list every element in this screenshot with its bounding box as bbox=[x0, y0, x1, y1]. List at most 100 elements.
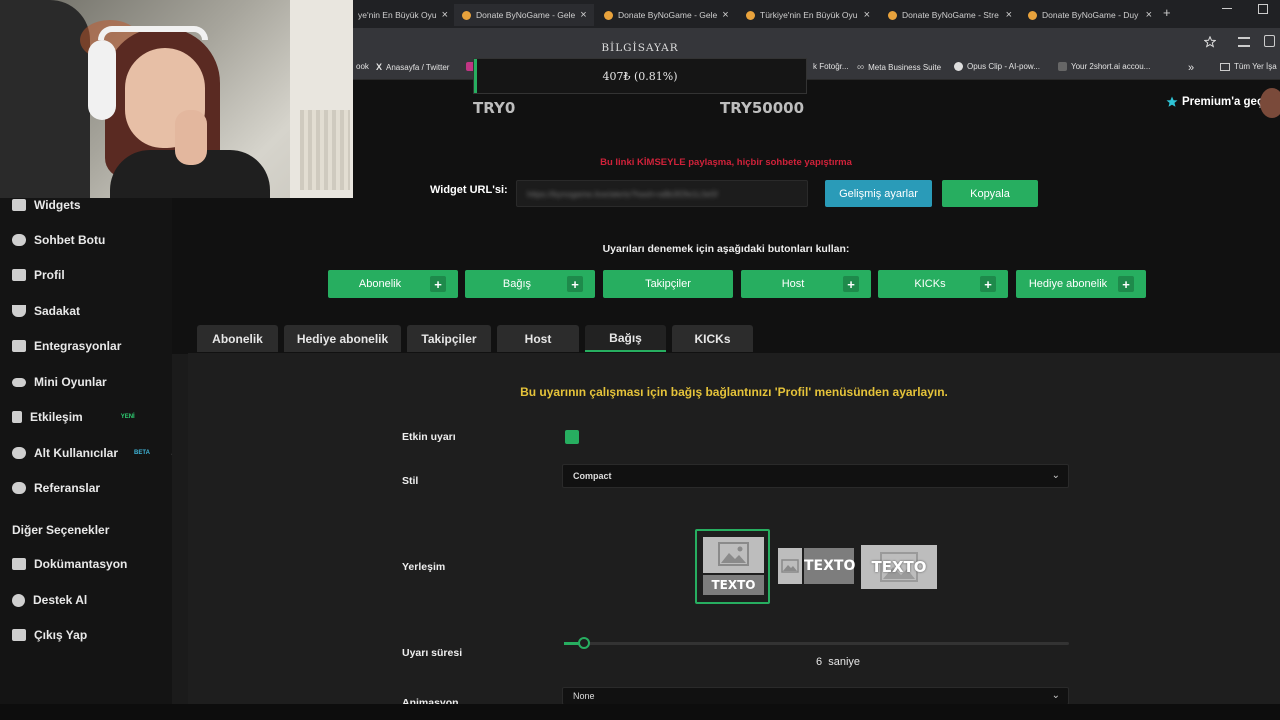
bynogame-favicon-icon bbox=[604, 10, 613, 20]
avatar[interactable] bbox=[1260, 88, 1280, 118]
tab-bagis[interactable]: Bağış bbox=[585, 325, 666, 352]
sidebar-item-etkilesim[interactable]: Etkileşim YENİ bbox=[12, 410, 135, 424]
copy-button[interactable]: Kopyala bbox=[942, 180, 1038, 207]
profile-notice: Bu uyarının çalışması için bağış bağlant… bbox=[520, 385, 948, 399]
minimize-icon[interactable] bbox=[1222, 8, 1232, 9]
tab-takipciler[interactable]: Takipçiler bbox=[407, 325, 491, 352]
layout-label: Yerleşim bbox=[402, 561, 446, 573]
sidebar-item-profil[interactable]: Profil bbox=[12, 268, 65, 282]
grid-icon bbox=[12, 199, 26, 211]
sidebar-item-label: Destek Al bbox=[33, 593, 88, 607]
image-placeholder-icon bbox=[703, 537, 764, 573]
sidebar-item-entegrasyonlar[interactable]: Entegrasyonlar bbox=[12, 339, 121, 353]
bookmark-item[interactable]: ook bbox=[356, 62, 369, 71]
beta-badge: BETA bbox=[134, 450, 150, 456]
close-icon[interactable]: × bbox=[864, 9, 870, 21]
sidebar-item-label: Dokümantasyon bbox=[34, 557, 128, 571]
help-icon bbox=[12, 593, 25, 607]
bookmark-item[interactable]: ∞ Meta Business Suite bbox=[857, 62, 941, 73]
browser-tab[interactable]: Donate ByNoGame - Stre × bbox=[880, 4, 1020, 26]
widget-url-field[interactable]: https://bynogame.live/alerts?hash=a8b3f2… bbox=[516, 180, 808, 207]
new-tab-button[interactable]: + bbox=[1163, 5, 1171, 20]
sidebar-section-title: Diğer Seçenekler bbox=[12, 523, 110, 537]
close-icon[interactable]: × bbox=[1146, 9, 1152, 21]
tab-hediye-abonelik[interactable]: Hediye abonelik bbox=[284, 325, 401, 352]
duration-slider[interactable] bbox=[564, 637, 1069, 649]
layout-option-stacked[interactable]: TEXTO bbox=[695, 529, 770, 604]
extensions-icon[interactable] bbox=[1264, 35, 1275, 47]
sidebar-item-label: Çıkış Yap bbox=[34, 628, 88, 642]
animation-select[interactable]: None ⌄ bbox=[562, 687, 1069, 705]
test-bagis-button[interactable]: Bağış + bbox=[465, 270, 595, 298]
image-placeholder-icon bbox=[778, 548, 802, 584]
maximize-icon[interactable] bbox=[1258, 4, 1268, 14]
x-logo-icon: X bbox=[376, 62, 383, 72]
close-icon[interactable]: × bbox=[580, 9, 586, 21]
gamepad-icon bbox=[12, 377, 26, 387]
sidebar-item-referanslar[interactable]: Referanslar bbox=[12, 481, 100, 495]
test-hint: Uyarıları denemek için aşağıdaki butonla… bbox=[602, 243, 850, 255]
bookmark-item[interactable]: X Anasayfa / Twitter bbox=[376, 62, 449, 72]
test-hediye-abonelik-button[interactable]: Hediye abonelik + bbox=[1016, 270, 1146, 298]
sidebar-item-label: Referanslar bbox=[34, 481, 101, 495]
premium-link[interactable]: Premium'a geç bbox=[1166, 96, 1263, 108]
enabled-checkbox[interactable] bbox=[565, 430, 579, 444]
test-takipciler-button[interactable]: Takipçiler bbox=[603, 270, 733, 298]
style-value: Compact bbox=[573, 471, 612, 481]
chevron-down-icon: ⌄ bbox=[1051, 470, 1060, 481]
test-host-button[interactable]: Host + bbox=[741, 270, 871, 298]
test-kicks-button[interactable]: KICKs + bbox=[878, 270, 1008, 298]
bynogame-favicon-icon bbox=[888, 10, 897, 20]
bookmark-label: Anasayfa / Twitter bbox=[386, 62, 450, 72]
enabled-label: Etkin uyarı bbox=[402, 431, 456, 443]
advanced-settings-button[interactable]: Gelişmiş ayarlar bbox=[825, 180, 932, 207]
bookmarks-overflow-icon[interactable]: » bbox=[1188, 62, 1194, 74]
bookmark-label: Meta Business Suite bbox=[868, 63, 942, 72]
goal-progress-text: 407₺ (0.81%) bbox=[602, 70, 678, 83]
document-icon bbox=[12, 558, 26, 570]
test-abonelik-button[interactable]: Abonelik + bbox=[328, 270, 458, 298]
bookmark-item[interactable]: k Fotoğr... bbox=[813, 62, 849, 71]
premium-label: Premium'a geç bbox=[1182, 96, 1264, 108]
sidebar-item-cikis-yap[interactable]: Çıkış Yap bbox=[12, 628, 87, 642]
layout-option-inline[interactable]: TEXTO bbox=[778, 548, 855, 584]
browser-tab[interactable]: Türkiye'nin En Büyük Oyu × bbox=[738, 4, 878, 26]
sidebar-item-sadakat[interactable]: Sadakat bbox=[12, 304, 80, 318]
tab-title: Türkiye'nin En Büyük Oyu bbox=[760, 10, 858, 20]
chevron-down-icon: ⌄ bbox=[1051, 690, 1060, 701]
sidebar-item-mini-oyunlar[interactable]: Mini Oyunlar bbox=[12, 375, 107, 389]
sidebar-item-alt-kullanicilar[interactable]: Alt KullanıcılarBETA⌄ bbox=[12, 446, 178, 460]
sidebar-item-dokumantasyon[interactable]: Dokümantasyon bbox=[12, 557, 127, 571]
plus-icon: + bbox=[430, 276, 446, 292]
person-hand bbox=[175, 110, 207, 165]
layout-option-overlay[interactable]: TEXTO bbox=[861, 545, 937, 589]
headset bbox=[88, 40, 116, 120]
tab-host[interactable]: Host bbox=[497, 325, 579, 352]
opus-clip-icon bbox=[954, 62, 963, 71]
bookmark-item[interactable]: Opus Clip - AI-pow... bbox=[954, 62, 1040, 71]
goal-title: BİLGİSAYAR bbox=[601, 42, 679, 54]
integration-icon bbox=[12, 340, 26, 352]
layout-text-sample: TEXTO bbox=[703, 575, 764, 595]
browser-tab[interactable]: Donate ByNoGame - Gele × bbox=[454, 4, 594, 26]
star-icon[interactable] bbox=[1204, 36, 1216, 48]
sidebar-item-widgets[interactable]: Widgets bbox=[12, 198, 81, 212]
close-icon[interactable]: × bbox=[722, 9, 728, 21]
bookmark-item[interactable]: Your 2short.ai accou... bbox=[1058, 62, 1150, 71]
sidebar-item-destek-al[interactable]: Destek Al bbox=[12, 593, 87, 607]
tab-kicks[interactable]: KICKs bbox=[672, 325, 753, 352]
close-icon[interactable]: × bbox=[1006, 9, 1012, 21]
bynogame-favicon-icon bbox=[746, 10, 755, 20]
goal-max-label: TRY50000 bbox=[720, 99, 805, 117]
close-icon[interactable]: × bbox=[442, 9, 448, 21]
playlist-icon[interactable] bbox=[1238, 37, 1250, 47]
folder-icon bbox=[1220, 62, 1230, 71]
style-select[interactable]: Compact ⌄ bbox=[562, 464, 1069, 488]
browser-tab[interactable]: Donate ByNoGame - Duy × bbox=[1020, 4, 1160, 26]
tab-title: Donate ByNoGame - Gele bbox=[476, 10, 576, 20]
tab-abonelik[interactable]: Abonelik bbox=[197, 325, 278, 352]
bookmark-folder[interactable]: Tüm Yer İşa bbox=[1220, 62, 1277, 71]
browser-tab[interactable]: Donate ByNoGame - Gele × bbox=[596, 4, 736, 26]
browser-tab[interactable]: ye'nin En Büyük Oyu × bbox=[350, 4, 454, 26]
music-icon bbox=[12, 411, 22, 423]
